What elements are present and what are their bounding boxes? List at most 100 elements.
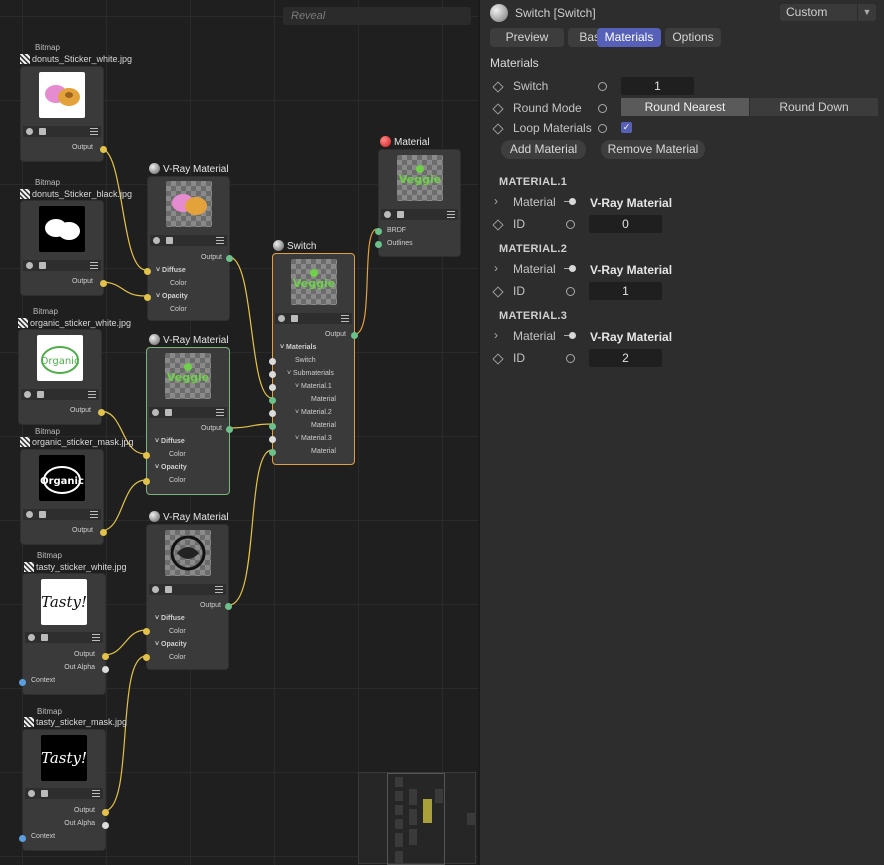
animate-circle-icon[interactable] xyxy=(598,104,607,113)
output-port[interactable] xyxy=(225,603,232,610)
material-link-value[interactable]: V-Ray Material xyxy=(590,196,672,210)
output-port[interactable] xyxy=(226,255,233,262)
animate-circle-icon[interactable] xyxy=(566,220,575,229)
output-port[interactable] xyxy=(100,280,107,287)
out-alpha-port[interactable] xyxy=(102,666,109,673)
keyframe-diamond-icon[interactable] xyxy=(492,219,504,231)
id-value-field[interactable]: 0 xyxy=(589,215,662,233)
bitmap-node-organic-mask[interactable]: Organic Output xyxy=(20,449,107,545)
chevron-right-icon[interactable]: › xyxy=(494,194,498,208)
preset-dropdown[interactable]: Custom ▼ xyxy=(780,4,876,21)
animate-circle-icon[interactable] xyxy=(566,354,575,363)
animate-circle-icon[interactable] xyxy=(598,82,607,91)
material3-port[interactable] xyxy=(269,436,276,443)
round-nearest-option[interactable]: Round Nearest xyxy=(621,98,749,116)
link-icon[interactable] xyxy=(564,265,578,272)
chevron-right-icon[interactable]: › xyxy=(494,328,498,342)
material-sphere-icon xyxy=(149,511,160,522)
node-toolbar xyxy=(381,209,458,220)
id-label: ID xyxy=(513,351,525,365)
opacity-input-port[interactable] xyxy=(143,478,150,485)
output-port[interactable] xyxy=(226,426,233,433)
opacity-color-label: Color xyxy=(169,477,186,484)
bitmap-node-organic-white[interactable]: Organic Output xyxy=(18,329,105,425)
panel-title: Switch [Switch] xyxy=(515,6,596,20)
diffuse-input-port[interactable] xyxy=(143,628,150,635)
opacity-input-port[interactable] xyxy=(143,654,150,661)
id-value-field[interactable]: 2 xyxy=(589,349,662,367)
switch-node[interactable]: Veggie Output ˅ Materials Switch ˅ Subma… xyxy=(269,253,358,465)
vray-material-node-2[interactable]: Veggie Output ˅ Diffuse Color ˅ Opacity … xyxy=(143,347,233,495)
material-node[interactable]: Veggie BRDF Outlines xyxy=(375,149,461,257)
vray-node-title: V-Ray Material xyxy=(149,511,229,523)
link-icon[interactable] xyxy=(564,332,578,339)
tab-options[interactable]: Options xyxy=(665,28,721,47)
material2-port[interactable] xyxy=(269,410,276,417)
chevron-down-icon[interactable]: ▼ xyxy=(857,4,876,21)
bitmap-node-tasty-mask[interactable]: Tasty! Output Out Alpha Context xyxy=(19,729,109,851)
bitmap-icon xyxy=(24,562,34,572)
material2-input-port[interactable] xyxy=(269,423,276,430)
switch-value-field[interactable]: 1 xyxy=(621,77,694,95)
round-mode-label: Round Mode xyxy=(513,101,582,115)
loop-materials-checkbox[interactable]: ✓ xyxy=(621,122,632,133)
output-port-label: Output xyxy=(324,331,346,338)
vray-material-node-3[interactable]: Output ˅ Diffuse Color ˅ Opacity Color xyxy=(143,524,232,670)
switch-input-port[interactable] xyxy=(269,358,276,365)
keyframe-diamond-icon[interactable] xyxy=(492,103,504,115)
opacity-group-label: ˅ Opacity xyxy=(155,641,187,648)
context-port[interactable] xyxy=(19,835,26,842)
context-port[interactable] xyxy=(19,679,26,686)
thumbnail-tasty-white: Tasty! xyxy=(41,579,87,625)
vray-title-text: V-Ray Material xyxy=(163,164,229,175)
material3-input-port[interactable] xyxy=(269,449,276,456)
bitmap-node-donuts-white[interactable]: Output xyxy=(20,66,107,162)
vray-material-node-1[interactable]: Output ˅ Diffuse Color ˅ Opacity Color xyxy=(144,176,233,321)
node-editor[interactable]: Reveal Bitmap donuts_Sticker_white.jpg O… xyxy=(0,0,478,865)
round-down-option[interactable]: Round Down xyxy=(750,98,878,116)
output-port[interactable] xyxy=(98,409,105,416)
thumbnail-switch: Veggie xyxy=(290,259,337,305)
out-alpha-port[interactable] xyxy=(102,822,109,829)
bitmap-node-title: tasty_sticker_white.jpg xyxy=(24,562,127,572)
bitmap-type-label: Bitmap xyxy=(33,307,58,316)
diffuse-input-port[interactable] xyxy=(144,268,151,275)
id-value-field[interactable]: 1 xyxy=(589,282,662,300)
material-link-value[interactable]: V-Ray Material xyxy=(590,263,672,277)
bitmap-node-tasty-white[interactable]: Tasty! Output Out Alpha Context xyxy=(19,573,109,695)
output-port[interactable] xyxy=(100,529,107,536)
keyframe-diamond-icon[interactable] xyxy=(492,286,504,298)
diffuse-input-port[interactable] xyxy=(143,452,150,459)
bitmap-node-title: organic_sticker_white.jpg xyxy=(18,318,131,328)
output-port[interactable] xyxy=(102,653,109,660)
output-port[interactable] xyxy=(351,332,358,339)
material-veggie-text: Veggie xyxy=(399,173,441,186)
output-port-label: Output xyxy=(71,144,93,151)
keyframe-diamond-icon[interactable] xyxy=(492,81,504,93)
keyframe-diamond-icon[interactable] xyxy=(492,353,504,365)
remove-material-button[interactable]: Remove Material xyxy=(601,140,705,159)
link-icon[interactable] xyxy=(564,198,578,205)
animate-circle-icon[interactable] xyxy=(598,124,607,133)
opacity-input-port[interactable] xyxy=(144,294,151,301)
tab-preview[interactable]: Preview xyxy=(490,28,564,47)
material-link-value[interactable]: V-Ray Material xyxy=(590,330,672,344)
brdf-input-port[interactable] xyxy=(375,228,382,235)
tab-materials[interactable]: Materials xyxy=(597,28,661,47)
minimap-viewport[interactable] xyxy=(387,773,445,865)
submaterials-port[interactable] xyxy=(269,371,276,378)
id-label: ID xyxy=(513,217,525,231)
animate-circle-icon[interactable] xyxy=(566,287,575,296)
bitmap-node-donuts-black[interactable]: Output xyxy=(20,200,107,296)
add-material-button[interactable]: Add Material xyxy=(501,140,586,159)
outlines-input-port[interactable] xyxy=(375,241,382,248)
chevron-right-icon[interactable]: › xyxy=(494,261,498,275)
node-toolbar xyxy=(275,313,352,324)
keyframe-diamond-icon[interactable] xyxy=(492,123,504,135)
output-port[interactable] xyxy=(102,809,109,816)
material1-port[interactable] xyxy=(269,384,276,391)
reveal-search-input[interactable]: Reveal xyxy=(283,7,471,25)
material1-input-port[interactable] xyxy=(269,397,276,404)
output-port[interactable] xyxy=(100,146,107,153)
navigator-minimap[interactable] xyxy=(358,772,476,865)
